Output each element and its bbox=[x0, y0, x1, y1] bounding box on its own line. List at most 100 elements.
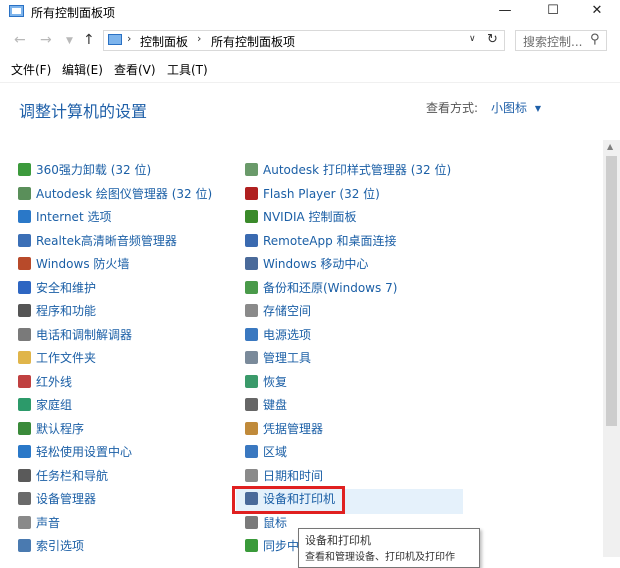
item-label: 声音 bbox=[36, 515, 61, 530]
control-panel-item[interactable]: Internet 选项 bbox=[18, 207, 111, 227]
dropdown-arrow-icon: ▼ bbox=[534, 104, 541, 113]
item-label: 电话和调制解调器 bbox=[36, 327, 133, 342]
window-title: 所有控制面板项 bbox=[31, 6, 116, 20]
item-label: 360强力卸载 (32 位) bbox=[36, 163, 152, 177]
search-placeholder: 搜索控制... bbox=[523, 35, 583, 49]
minimize-button[interactable]: — bbox=[482, 0, 528, 24]
control-panel-item[interactable]: 工作文件夹 bbox=[18, 348, 96, 368]
control-panel-item[interactable]: Windows 移动中心 bbox=[245, 254, 368, 274]
control-panel-item[interactable]: 轻松使用设置中心 bbox=[18, 442, 132, 462]
item-icon bbox=[245, 539, 258, 552]
back-arrow-icon[interactable]: ← bbox=[14, 32, 26, 48]
control-panel-item[interactable]: 家庭组 bbox=[18, 395, 72, 415]
close-button[interactable]: ✕ bbox=[574, 0, 620, 24]
item-label: 轻松使用设置中心 bbox=[36, 445, 133, 459]
dropdown-chevron-icon[interactable]: ∨ bbox=[469, 34, 476, 44]
control-panel-item[interactable]: Autodesk 绘图仪管理器 (32 位) bbox=[18, 184, 212, 204]
page-title: 调整计算机的设置 bbox=[19, 102, 148, 121]
control-panel-item[interactable]: 恢复 bbox=[245, 372, 287, 392]
item-label: RemoteApp 和桌面连接 bbox=[263, 233, 397, 248]
item-label: 备份和还原(Windows 7) bbox=[263, 280, 398, 295]
selection-highlight-box bbox=[232, 486, 345, 514]
control-panel-icon bbox=[9, 5, 24, 17]
item-label: 任务栏和导航 bbox=[36, 468, 109, 483]
item-icon bbox=[18, 539, 31, 552]
item-icon bbox=[18, 445, 31, 458]
scroll-thumb[interactable] bbox=[606, 156, 617, 426]
control-panel-item[interactable]: NVIDIA 控制面板 bbox=[245, 207, 357, 227]
breadcrumb-chevron-icon[interactable]: › bbox=[197, 32, 201, 45]
item-label: 设备管理器 bbox=[36, 492, 97, 506]
up-arrow-icon[interactable]: ↑ bbox=[83, 32, 95, 48]
breadcrumb-chevron-icon[interactable]: › bbox=[127, 32, 131, 45]
address-bar[interactable]: › 控制面板 › 所有控制面板项 ∨ ↻ bbox=[103, 30, 505, 51]
item-icon bbox=[245, 163, 258, 176]
control-panel-item[interactable]: Flash Player (32 位) bbox=[245, 184, 380, 204]
tooltip: 设备和打印机 查看和管理设备、打印机及打印作 bbox=[298, 528, 480, 568]
control-panel-item[interactable]: 红外线 bbox=[18, 372, 72, 392]
control-panel-item[interactable]: 任务栏和导航 bbox=[18, 466, 108, 486]
control-panel-item[interactable]: 360强力卸载 (32 位) bbox=[18, 160, 151, 180]
item-icon bbox=[18, 186, 31, 200]
control-panel-item[interactable]: 同步中 bbox=[245, 536, 299, 556]
control-panel-item[interactable]: 日期和时间 bbox=[245, 466, 323, 486]
menu-file[interactable]: 文件(F) bbox=[11, 61, 51, 78]
maximize-button[interactable]: ☐ bbox=[530, 0, 576, 24]
refresh-icon[interactable]: ↻ bbox=[487, 32, 498, 47]
item-icon bbox=[18, 233, 31, 247]
view-by-value: 小图标 bbox=[491, 101, 528, 115]
control-panel-item[interactable]: 电源选项 bbox=[245, 325, 311, 345]
search-icon[interactable]: ⚲ bbox=[590, 32, 600, 47]
control-panel-item[interactable]: 设备管理器 bbox=[18, 489, 96, 509]
view-by-dropdown[interactable]: 小图标 ▼ bbox=[491, 99, 541, 116]
menu-edit[interactable]: 编辑(E) bbox=[62, 61, 103, 78]
search-input[interactable]: 搜索控制... ⚲ bbox=[515, 30, 607, 51]
control-panel-item[interactable]: 备份和还原(Windows 7) bbox=[245, 278, 397, 298]
divider bbox=[0, 82, 620, 83]
control-panel-item[interactable]: 声音 bbox=[18, 513, 60, 533]
control-panel-item[interactable]: Windows 防火墙 bbox=[18, 254, 129, 274]
control-panel-item[interactable]: RemoteApp 和桌面连接 bbox=[245, 231, 397, 251]
item-icon bbox=[18, 327, 31, 341]
item-icon bbox=[245, 351, 258, 364]
item-label: Windows 移动中心 bbox=[263, 257, 369, 271]
control-panel-item[interactable]: 区域 bbox=[245, 442, 287, 462]
control-panel-item[interactable]: 凭据管理器 bbox=[245, 419, 323, 439]
forward-arrow-icon[interactable]: → bbox=[40, 32, 52, 48]
item-icon bbox=[245, 280, 258, 294]
item-icon bbox=[245, 210, 258, 223]
recent-chevron-icon[interactable]: ▼ bbox=[66, 36, 73, 46]
breadcrumb-all-items[interactable]: 所有控制面板项 bbox=[211, 33, 295, 50]
control-panel-item[interactable]: Autodesk 打印样式管理器 (32 位) bbox=[245, 160, 451, 180]
item-icon bbox=[18, 492, 31, 505]
breadcrumb-control-panel[interactable]: 控制面板 bbox=[140, 33, 188, 50]
item-icon bbox=[18, 374, 31, 388]
vertical-scrollbar[interactable]: ▲ bbox=[603, 140, 620, 557]
menu-view[interactable]: 查看(V) bbox=[114, 61, 156, 78]
control-panel-item[interactable]: 程序和功能 bbox=[18, 301, 96, 321]
control-panel-item[interactable]: 存储空间 bbox=[245, 301, 311, 321]
tooltip-title: 设备和打印机 bbox=[305, 534, 371, 547]
item-label: NVIDIA 控制面板 bbox=[263, 210, 357, 224]
control-panel-item[interactable]: 电话和调制解调器 bbox=[18, 325, 132, 345]
scroll-up-icon[interactable]: ▲ bbox=[607, 142, 613, 151]
menu-bar: 文件(F) 编辑(E) 查看(V) 工具(T) bbox=[0, 58, 620, 80]
menu-tools[interactable]: 工具(T) bbox=[167, 61, 208, 78]
item-label: 存储空间 bbox=[263, 304, 312, 318]
item-icon bbox=[18, 421, 31, 435]
control-panel-item[interactable]: Realtek高清晰音频管理器 bbox=[18, 231, 177, 251]
item-label: 电源选项 bbox=[263, 327, 312, 342]
item-icon bbox=[245, 257, 258, 270]
item-label: 日期和时间 bbox=[263, 468, 324, 483]
item-icon bbox=[245, 186, 258, 200]
control-panel-item[interactable]: 键盘 bbox=[245, 395, 287, 415]
control-panel-item[interactable]: 管理工具 bbox=[245, 348, 311, 368]
item-icon bbox=[245, 515, 258, 529]
control-panel-item[interactable]: 默认程序 bbox=[18, 419, 84, 439]
item-label: Windows 防火墙 bbox=[36, 257, 130, 271]
item-label: 安全和维护 bbox=[36, 280, 97, 295]
control-panel-item[interactable]: 鼠标 bbox=[245, 513, 287, 533]
item-label: 默认程序 bbox=[36, 421, 85, 436]
control-panel-item[interactable]: 索引选项 bbox=[18, 536, 84, 556]
control-panel-item[interactable]: 安全和维护 bbox=[18, 278, 96, 298]
